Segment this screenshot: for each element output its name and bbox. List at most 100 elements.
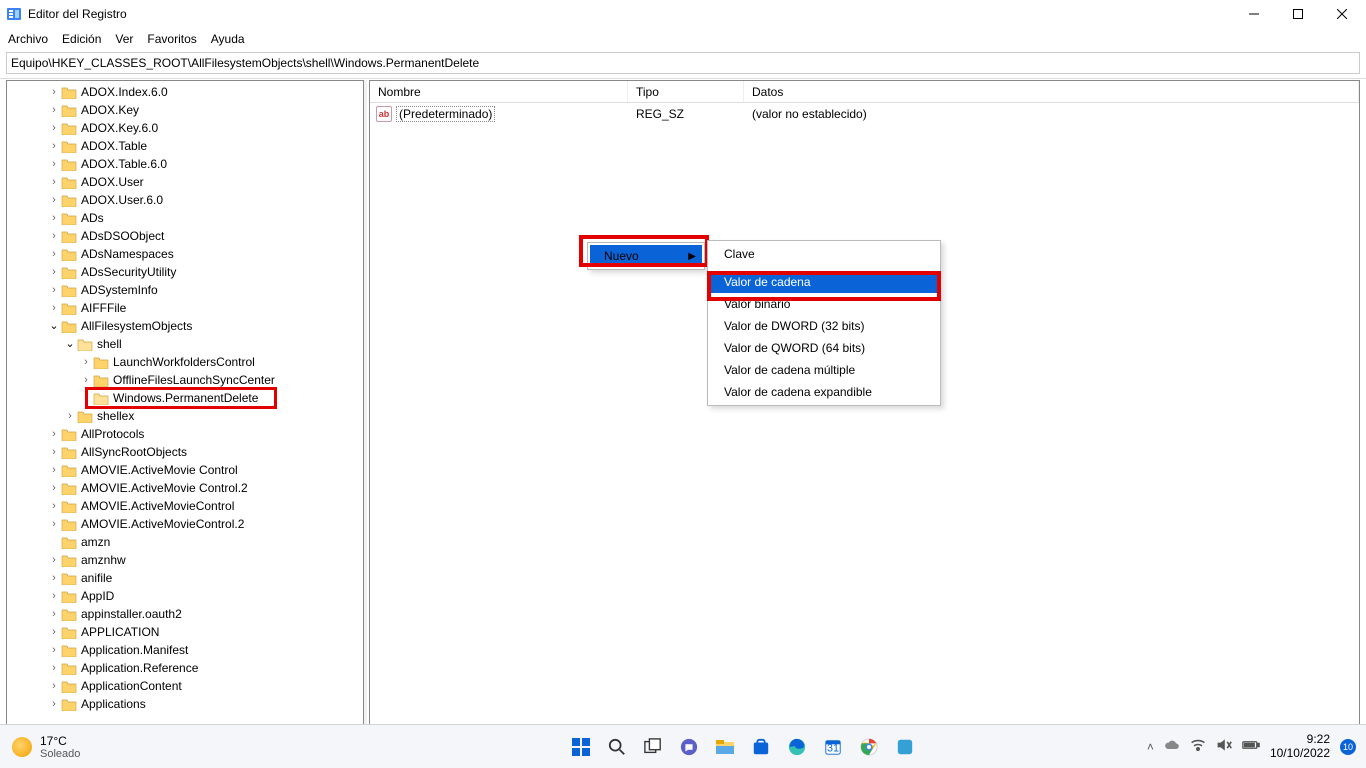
maximize-button[interactable]	[1276, 0, 1320, 28]
tree-item[interactable]: ›Application.Manifest	[7, 641, 363, 659]
chrome-icon[interactable]	[855, 733, 883, 761]
chat-icon[interactable]	[675, 733, 703, 761]
ctx-item[interactable]: Valor de cadena expandible	[710, 381, 938, 403]
chevron-right-icon[interactable]: ›	[47, 627, 61, 638]
chevron-right-icon[interactable]: ›	[63, 411, 77, 422]
tree-item[interactable]: ›ADs	[7, 209, 363, 227]
tree-item[interactable]: ›AMOVIE.ActiveMovie Control	[7, 461, 363, 479]
chevron-right-icon[interactable]: ›	[47, 123, 61, 134]
chevron-right-icon[interactable]: ›	[47, 249, 61, 260]
search-button[interactable]	[603, 733, 631, 761]
chevron-right-icon[interactable]: ›	[47, 483, 61, 494]
battery-icon[interactable]	[1242, 739, 1260, 754]
chevron-right-icon[interactable]: ›	[47, 591, 61, 602]
tree-item[interactable]: ›appinstaller.oauth2	[7, 605, 363, 623]
address-bar[interactable]: Equipo\HKEY_CLASSES_ROOT\AllFilesystemOb…	[6, 52, 1360, 74]
ctx-item-nuevo[interactable]: Nuevo ▶	[590, 245, 702, 267]
chevron-right-icon[interactable]: ›	[47, 141, 61, 152]
details-pane[interactable]: Nombre Tipo Datos ab (Predeterminado) RE…	[369, 80, 1360, 732]
ctx-item[interactable]: Valor binario	[710, 293, 938, 315]
weather-widget[interactable]: 17°C Soleado	[40, 734, 80, 760]
chevron-right-icon[interactable]: ›	[47, 177, 61, 188]
chevron-right-icon[interactable]: ›	[47, 303, 61, 314]
ctx-item[interactable]: Valor de cadena múltiple	[710, 359, 938, 381]
chevron-right-icon[interactable]: ›	[47, 159, 61, 170]
chevron-right-icon[interactable]: ›	[47, 609, 61, 620]
chevron-right-icon[interactable]: ›	[47, 195, 61, 206]
menu-ayuda[interactable]: Ayuda	[211, 32, 245, 46]
tree-item[interactable]: ›ADsNamespaces	[7, 245, 363, 263]
tree-item[interactable]: ›ADsSecurityUtility	[7, 263, 363, 281]
tree-item[interactable]: ›OfflineFilesLaunchSyncCenter	[7, 371, 363, 389]
tree-item[interactable]: ›AMOVIE.ActiveMovie Control.2	[7, 479, 363, 497]
tree-item[interactable]: ›shellex	[7, 407, 363, 425]
edge-icon[interactable]	[783, 733, 811, 761]
chevron-down-icon[interactable]: ⌄	[47, 321, 61, 332]
tree-item[interactable]: amzn	[7, 533, 363, 551]
tray-clock[interactable]: 9:22 10/10/2022	[1270, 733, 1330, 759]
start-button[interactable]	[567, 733, 595, 761]
menu-edicion[interactable]: Edición	[62, 32, 101, 46]
tree-item[interactable]: ⌄AllFilesystemObjects	[7, 317, 363, 335]
chevron-down-icon[interactable]: ⌄	[63, 339, 77, 350]
notifications-button[interactable]: 10	[1340, 739, 1356, 755]
tree-item[interactable]: ›Application.Reference	[7, 659, 363, 677]
tree-item[interactable]: ›AllProtocols	[7, 425, 363, 443]
tree-item[interactable]: ›anifile	[7, 569, 363, 587]
file-explorer-icon[interactable]	[711, 733, 739, 761]
chevron-right-icon[interactable]: ›	[47, 645, 61, 656]
chevron-right-icon[interactable]: ›	[79, 375, 93, 386]
tree-item[interactable]: ›ADOX.Index.6.0	[7, 83, 363, 101]
column-type[interactable]: Tipo	[628, 81, 744, 102]
chevron-right-icon[interactable]: ›	[47, 285, 61, 296]
chevron-right-icon[interactable]: ›	[47, 231, 61, 242]
chevron-right-icon[interactable]: ›	[79, 357, 93, 368]
chevron-right-icon[interactable]: ›	[47, 663, 61, 674]
chevron-right-icon[interactable]: ›	[47, 465, 61, 476]
tree-item[interactable]: ›amznhw	[7, 551, 363, 569]
tree-item[interactable]: ›ADOX.User	[7, 173, 363, 191]
tree-item[interactable]: ›AMOVIE.ActiveMovieControl.2	[7, 515, 363, 533]
tree-item[interactable]: ›ADSystemInfo	[7, 281, 363, 299]
tree-item[interactable]: ›APPLICATION	[7, 623, 363, 641]
tree-item[interactable]: ›LaunchWorkfoldersControl	[7, 353, 363, 371]
ctx-item[interactable]: Clave	[710, 243, 938, 265]
chevron-right-icon[interactable]: ›	[47, 681, 61, 692]
column-name[interactable]: Nombre	[370, 81, 628, 102]
chevron-right-icon[interactable]: ›	[47, 699, 61, 710]
tree-item[interactable]: ⌄shell	[7, 335, 363, 353]
app-icon[interactable]	[891, 733, 919, 761]
tree-item[interactable]: Windows.PermanentDelete	[7, 389, 363, 407]
tree-item[interactable]: ›ADOX.Key.6.0	[7, 119, 363, 137]
pane-splitter[interactable]	[364, 80, 367, 732]
task-view-button[interactable]	[639, 733, 667, 761]
close-button[interactable]	[1320, 0, 1364, 28]
chevron-right-icon[interactable]: ›	[47, 213, 61, 224]
table-row[interactable]: ab (Predeterminado) REG_SZ (valor no est…	[370, 103, 1359, 125]
tree-pane[interactable]: ›ADOX.Index.6.0›ADOX.Key›ADOX.Key.6.0›AD…	[6, 80, 364, 732]
store-icon[interactable]	[747, 733, 775, 761]
tree-item[interactable]: ›ADOX.Table.6.0	[7, 155, 363, 173]
tree-item[interactable]: ›AIFFFile	[7, 299, 363, 317]
calendar-icon[interactable]: 31	[819, 733, 847, 761]
tree-item[interactable]: ›ApplicationContent	[7, 677, 363, 695]
column-data[interactable]: Datos	[744, 81, 1359, 102]
menu-favoritos[interactable]: Favoritos	[147, 32, 196, 46]
tree-item[interactable]: ›ADOX.User.6.0	[7, 191, 363, 209]
chevron-right-icon[interactable]: ›	[47, 519, 61, 530]
tree-item[interactable]: ›AllSyncRootObjects	[7, 443, 363, 461]
ctx-item[interactable]: Valor de DWORD (32 bits)	[710, 315, 938, 337]
tree-item[interactable]: ›ADOX.Table	[7, 137, 363, 155]
menu-ver[interactable]: Ver	[115, 32, 133, 46]
chevron-right-icon[interactable]: ›	[47, 429, 61, 440]
chevron-right-icon[interactable]: ›	[47, 555, 61, 566]
ctx-item[interactable]: Valor de QWORD (64 bits)	[710, 337, 938, 359]
chevron-right-icon[interactable]: ›	[47, 447, 61, 458]
chevron-right-icon[interactable]: ›	[47, 267, 61, 278]
tree-item[interactable]: ›Applications	[7, 695, 363, 713]
chevron-right-icon[interactable]: ›	[47, 501, 61, 512]
tree-item[interactable]: ›AMOVIE.ActiveMovieControl	[7, 497, 363, 515]
tree-item[interactable]: ›ADOX.Key	[7, 101, 363, 119]
chevron-right-icon[interactable]: ›	[47, 87, 61, 98]
tray-chevron-icon[interactable]: ˄	[1147, 740, 1154, 754]
